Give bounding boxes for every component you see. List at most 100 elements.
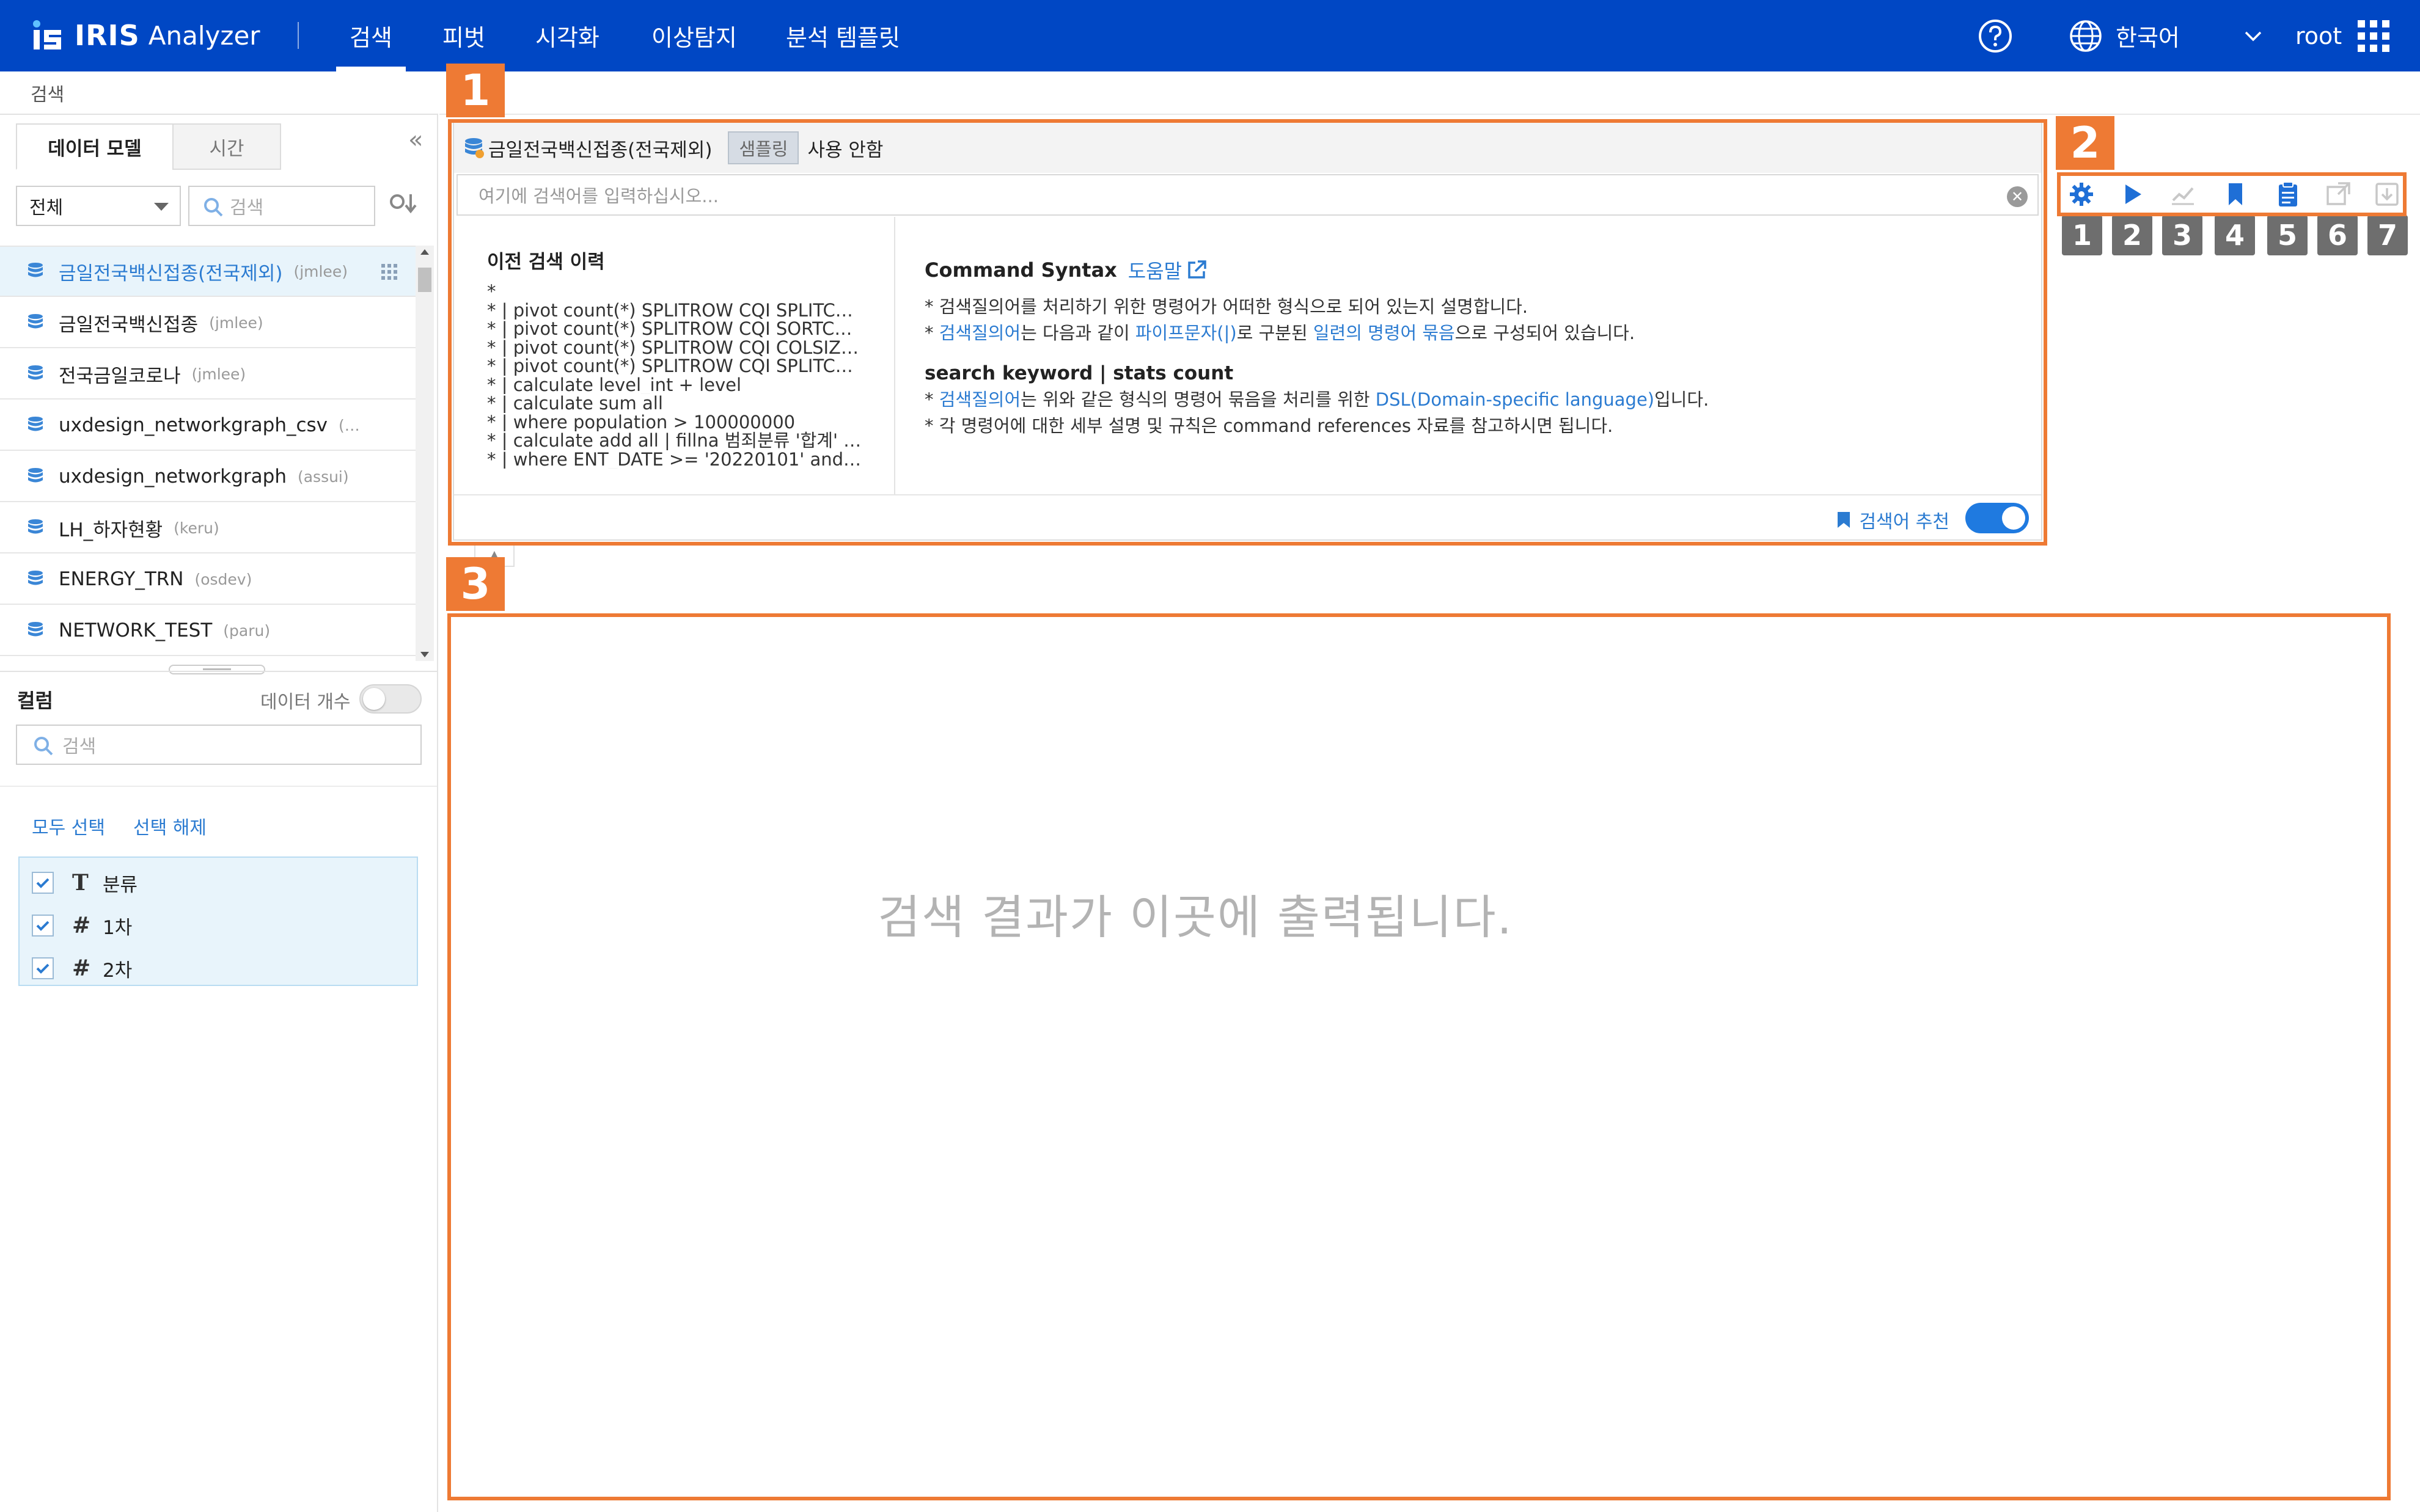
model-list-item[interactable]: uxdesign_networkgraph (assui) bbox=[0, 452, 416, 502]
toolbar-number-badge: 3 bbox=[2162, 215, 2202, 255]
scroll-thumb[interactable] bbox=[418, 268, 431, 292]
model-name: 금일전국백신접종 bbox=[59, 313, 199, 336]
model-name: 금일전국백신접종(전국제외) bbox=[59, 262, 283, 285]
model-name: uxdesign_networkgraph bbox=[59, 466, 287, 488]
database-icon bbox=[28, 314, 43, 329]
user-menu[interactable]: root bbox=[2295, 0, 2342, 71]
database-icon bbox=[28, 468, 43, 483]
model-owner: (jmlee) bbox=[191, 365, 246, 383]
annotation-marker-1: 1 bbox=[446, 64, 505, 117]
check-icon bbox=[36, 963, 50, 974]
column-name: 2차 bbox=[103, 959, 133, 982]
toolbar-number-badge: 5 bbox=[2267, 215, 2308, 255]
chevron-down-icon bbox=[2245, 31, 2262, 41]
model-name: ENERGY_TRN bbox=[59, 568, 184, 590]
toolbar-number-badge: 7 bbox=[2367, 215, 2408, 255]
data-count-label: 데이터 개수 bbox=[260, 692, 351, 713]
annotation-marker-3: 3 bbox=[446, 557, 505, 611]
column-checkbox[interactable] bbox=[32, 957, 54, 979]
sort-icon bbox=[390, 194, 417, 214]
logo-text: IRIS bbox=[75, 19, 140, 52]
toolbar-number-badge: 2 bbox=[2112, 215, 2152, 255]
database-icon bbox=[28, 519, 43, 534]
model-owner: (keru) bbox=[174, 519, 219, 537]
model-search-input[interactable]: 검색 bbox=[188, 186, 375, 226]
nav-tab-search[interactable]: 검색 bbox=[336, 0, 406, 71]
database-icon bbox=[28, 622, 43, 637]
model-list-scrollbar[interactable] bbox=[416, 246, 434, 661]
model-list-item[interactable]: uxdesign_networkgraph_csv (… bbox=[0, 401, 416, 451]
database-icon bbox=[28, 571, 43, 585]
model-list-item[interactable]: 금일전국백신접종(전국제외) (jmlee) bbox=[0, 247, 416, 297]
model-list-item[interactable]: ENERGY_TRN (osdev) bbox=[0, 555, 416, 605]
deselect-link[interactable]: 선택 해제 bbox=[133, 813, 207, 839]
language-selector[interactable]: 한국어 bbox=[2068, 0, 2265, 71]
toolbar-number-badge: 4 bbox=[2215, 215, 2255, 255]
annotation-box-query bbox=[448, 119, 2047, 546]
model-name: LH_하자현황 bbox=[59, 519, 163, 541]
scroll-up-icon[interactable] bbox=[420, 249, 429, 255]
model-owner: (jmlee) bbox=[209, 313, 263, 332]
help-icon bbox=[1979, 19, 2012, 53]
tab-data-model[interactable]: 데이터 모델 bbox=[16, 123, 174, 170]
search-icon bbox=[34, 737, 53, 756]
model-owner: (jmlee) bbox=[293, 262, 348, 280]
toolbar-number-badge: 6 bbox=[2317, 215, 2358, 255]
annotation-box-toolbar bbox=[2057, 172, 2407, 216]
model-owner: (paru) bbox=[223, 621, 271, 640]
nav-tab-visualization[interactable]: 시각화 bbox=[535, 0, 600, 71]
nav-tab-anomaly[interactable]: 이상탐지 bbox=[651, 0, 737, 71]
apps-menu-button[interactable] bbox=[2356, 0, 2391, 71]
toolbar-number-badge: 1 bbox=[2062, 215, 2102, 255]
iris-logo-icon bbox=[33, 20, 61, 49]
database-icon bbox=[28, 365, 43, 380]
model-list-item[interactable]: 전국금일코로나 (jmlee) bbox=[0, 349, 416, 400]
list-resize-handle[interactable] bbox=[169, 665, 265, 674]
data-model-list: 금일전국백신접종(전국제외) (jmlee) 금일전국백신접종 (jmlee) 전국금일… bbox=[0, 246, 416, 661]
breadcrumb-divider bbox=[0, 114, 438, 115]
nav-divider bbox=[298, 22, 299, 49]
collapse-sidebar-icon[interactable]: « bbox=[408, 126, 423, 154]
annotation-box-results bbox=[447, 613, 2391, 1500]
model-owner: (osdev) bbox=[194, 570, 252, 588]
search-icon bbox=[204, 198, 223, 217]
app-logo[interactable]: IRIS Analyzer bbox=[31, 13, 260, 57]
grid-handle-icon[interactable] bbox=[379, 261, 400, 282]
model-name: 전국금일코로나 bbox=[59, 365, 181, 387]
column-section-divider bbox=[0, 671, 437, 672]
column-search-input[interactable]: 검색 bbox=[16, 725, 422, 765]
column-list-item[interactable]: #2차 bbox=[20, 947, 417, 990]
database-icon bbox=[28, 417, 43, 431]
dropdown-caret-icon bbox=[154, 203, 169, 211]
help-button[interactable] bbox=[1978, 0, 2013, 71]
column-type-icon: # bbox=[72, 955, 91, 981]
nav-tab-templates[interactable]: 분석 템플릿 bbox=[786, 0, 900, 71]
apps-grid-icon bbox=[2358, 20, 2389, 52]
breadcrumb: 검색 bbox=[31, 84, 65, 106]
column-search-placeholder: 검색 bbox=[62, 736, 97, 758]
select-divider bbox=[0, 786, 437, 787]
nav-tab-pivot[interactable]: 피벗 bbox=[442, 0, 485, 71]
annotation-marker-2: 2 bbox=[2056, 116, 2114, 170]
model-filter-select[interactable]: 전체 bbox=[16, 186, 181, 226]
language-label: 한국어 bbox=[2116, 24, 2180, 51]
model-list-item[interactable]: 금일전국백신접종 (jmlee) bbox=[0, 298, 416, 348]
tab-time[interactable]: 시간 bbox=[172, 123, 281, 170]
model-filter-value: 전체 bbox=[29, 197, 64, 219]
model-name: NETWORK_TEST bbox=[59, 619, 213, 641]
sort-button[interactable] bbox=[389, 191, 419, 221]
select-all-link[interactable]: 모두 선택 bbox=[32, 813, 105, 839]
columns-title: 컬럼 bbox=[17, 689, 53, 712]
database-icon bbox=[28, 263, 43, 277]
scroll-down-icon[interactable] bbox=[420, 652, 429, 657]
model-search-placeholder: 검색 bbox=[230, 197, 264, 219]
model-name: uxdesign_networkgraph_csv bbox=[59, 414, 328, 436]
model-list-item[interactable]: NETWORK_TEST (paru) bbox=[0, 606, 416, 656]
logo-subtitle: Analyzer bbox=[148, 20, 260, 51]
globe-icon bbox=[2070, 20, 2102, 52]
model-owner: (assui) bbox=[297, 467, 349, 486]
model-owner: (… bbox=[339, 416, 360, 434]
model-list-item[interactable]: LH_하자현황 (keru) bbox=[0, 503, 416, 553]
data-count-toggle[interactable] bbox=[359, 684, 422, 714]
top-nav-bar: IRIS Analyzer 검색 피벗 시각화 이상탐지 분석 템플릿 한국어 … bbox=[0, 0, 2420, 71]
